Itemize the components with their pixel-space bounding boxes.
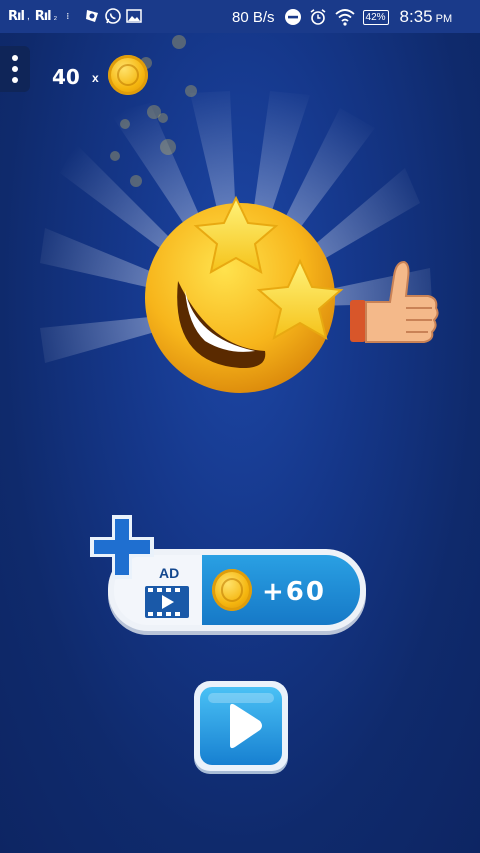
- star-struck-emoji-icon: [145, 195, 344, 393]
- coin-icon: [212, 569, 252, 611]
- clock-suffix: PM: [435, 12, 453, 25]
- status-bar: Rıl , Rıl ₂ 80 B/s 42% 8:35 PM: [0, 0, 480, 33]
- signal-2: Rıl: [34, 8, 52, 24]
- play-button-inner: [200, 687, 282, 765]
- signal-1: Rıl: [8, 8, 25, 24]
- clock-time: 8:35: [399, 7, 433, 26]
- play-icon: [208, 693, 274, 749]
- signal-separator: ,: [26, 10, 30, 22]
- more-icon: [67, 13, 69, 19]
- play-button[interactable]: [194, 681, 288, 771]
- thumbs-up-icon: [350, 260, 439, 343]
- status-left: Rıl , Rıl ₂: [8, 7, 143, 25]
- game-screen: 40 x AD +60: [0, 33, 480, 853]
- plus-icon: [90, 515, 154, 579]
- alarm-icon: [310, 9, 326, 25]
- ad-reward-section: +60: [202, 555, 360, 625]
- signal-sub: ₂: [53, 11, 58, 21]
- gallery-icon: [126, 9, 142, 23]
- ad-reward-amount: +60: [262, 577, 326, 607]
- ad-label: AD: [159, 565, 180, 581]
- app-icon: [86, 10, 99, 22]
- do-not-disturb-icon: [284, 9, 301, 25]
- status-right: 80 B/s 42% 8:35 PM: [232, 7, 452, 27]
- whatsapp-icon: [105, 8, 121, 24]
- battery-level: 42%: [365, 11, 386, 23]
- video-icon: [145, 586, 189, 618]
- battery-icon: 42%: [362, 9, 389, 25]
- wifi-icon: [334, 9, 355, 26]
- network-speed: 80 B/s: [232, 8, 275, 26]
